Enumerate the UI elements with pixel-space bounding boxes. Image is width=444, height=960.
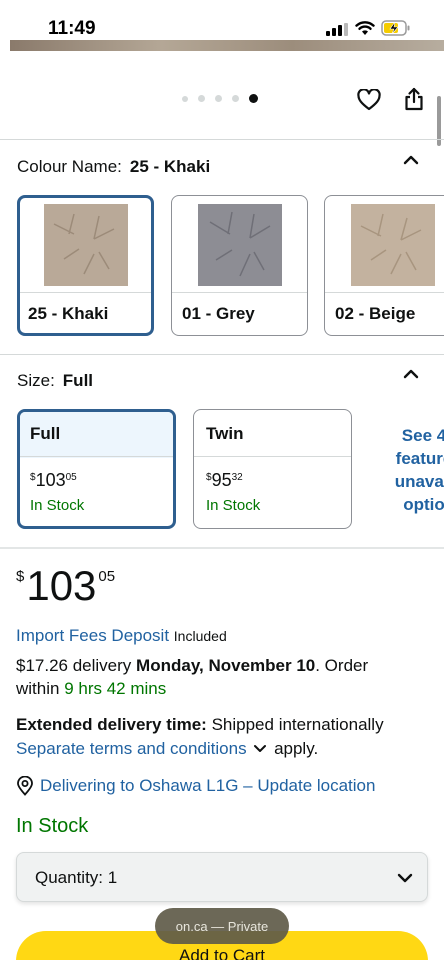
price-whole: 95 [211, 470, 232, 490]
currency-symbol: $ [30, 472, 36, 483]
divider [325, 292, 444, 293]
carousel-dot-active[interactable] [249, 94, 258, 103]
wifi-icon [355, 21, 375, 35]
colour-option-grey[interactable]: 01 - Grey [171, 195, 308, 336]
colour-label: Colour Name: [17, 157, 122, 176]
colour-option-khaki[interactable]: 25 - Khaki [17, 195, 154, 336]
see-more-line: See 4 [401, 426, 444, 445]
divider [172, 292, 307, 293]
battery-charging-icon [381, 20, 410, 36]
share-icon[interactable] [404, 87, 424, 111]
delivery-date: Monday, November 10 [136, 656, 316, 675]
status-bar: 11:49 [0, 0, 444, 40]
khaki-swatch-image [44, 204, 128, 286]
chevron-up-icon[interactable] [402, 153, 420, 167]
import-fees-text: Included [173, 628, 227, 644]
selected-colour-value: 25 - Khaki [129, 157, 211, 176]
terms-link[interactable]: Separate terms and conditions [16, 739, 247, 758]
delivery-within-text: within [16, 679, 60, 698]
chevron-down-icon[interactable] [253, 744, 267, 754]
add-to-cart-label: Add to Cart [179, 946, 265, 960]
location-pin-icon [17, 776, 33, 796]
cellular-signal-icon [326, 23, 348, 36]
price-fraction: 05 [98, 568, 116, 585]
quantity-label: Quantity: 1 [35, 868, 118, 887]
delivery-location-text: Delivering to Oshawa L1G – Update locati… [40, 776, 376, 795]
divider [194, 456, 351, 457]
size-option-price: $10305 [30, 470, 77, 491]
image-carousel-dots[interactable] [182, 94, 258, 103]
product-image-edge [10, 40, 444, 51]
size-label-text: Size: [17, 371, 55, 390]
divider [0, 547, 444, 549]
size-label: Size: Full [17, 371, 93, 391]
delivery-order-text: . Order [315, 656, 369, 675]
price-whole: 103 [26, 562, 97, 609]
carousel-dot[interactable] [232, 95, 239, 102]
stock-status: In Stock [16, 815, 89, 837]
grey-swatch-image [198, 204, 282, 286]
size-option-stock: In Stock [206, 497, 261, 514]
delivery-location-link[interactable]: Delivering to Oshawa L1G – Update locati… [16, 776, 375, 796]
size-option-label: Full [30, 424, 61, 443]
size-option-twin[interactable]: Twin $9532 In Stock [193, 409, 352, 529]
currency-symbol: $ [16, 568, 25, 585]
quantity-select[interactable]: Quantity: 1 [16, 852, 428, 902]
product-price: $103 05 [16, 565, 115, 607]
extended-delivery-label: Extended delivery time: [16, 715, 207, 734]
selected-size-value: Full [62, 371, 94, 390]
price-whole: 103 [35, 470, 66, 490]
colour-option-label: 02 - Beige [335, 304, 416, 323]
divider [0, 354, 444, 355]
see-more-line: unavail [394, 472, 444, 491]
delivery-cost: $17.26 delivery [16, 656, 132, 675]
size-option-price: $9532 [206, 470, 243, 491]
price-fraction: 32 [231, 472, 243, 483]
terms-apply-text: apply. [274, 739, 319, 758]
divider [20, 456, 173, 457]
colour-name-label: Colour Name: 25 - Khaki [17, 157, 210, 177]
price-fraction: 05 [65, 472, 77, 483]
see-more-line: feature [395, 449, 444, 468]
divider [0, 139, 444, 140]
private-browsing-pill[interactable]: on.ca — Private [155, 908, 289, 944]
heart-icon[interactable] [357, 89, 381, 111]
colour-option-beige[interactable]: 02 - Beige [324, 195, 444, 336]
extended-delivery-info: Extended delivery time: Shipped internat… [16, 713, 436, 761]
beige-swatch-image [351, 204, 435, 286]
private-browsing-text: on.ca — Private [175, 918, 269, 934]
carousel-dot[interactable] [198, 95, 205, 102]
see-unavailable-options-link[interactable]: See 4 feature unavail optio [378, 424, 444, 516]
size-option-full[interactable]: Full $10305 In Stock [17, 409, 176, 529]
divider [20, 292, 151, 293]
currency-symbol: $ [206, 472, 212, 483]
extended-delivery-text: Shipped internationally [211, 715, 384, 734]
size-option-label: Twin [206, 424, 244, 443]
import-fees-line: Import Fees Deposit Included [16, 626, 227, 646]
size-option-stock: In Stock [30, 497, 85, 514]
see-more-line: optio [403, 495, 444, 514]
chevron-up-icon[interactable] [402, 367, 420, 381]
delivery-countdown: 9 hrs 42 mins [64, 679, 167, 698]
chevron-down-icon [397, 873, 413, 883]
delivery-info: $17.26 delivery Monday, November 10. Ord… [16, 654, 416, 700]
status-time: 11:49 [48, 18, 96, 39]
colour-option-label: 25 - Khaki [28, 304, 109, 323]
carousel-dot[interactable] [182, 95, 188, 102]
carousel-dot[interactable] [215, 95, 222, 102]
import-fees-link[interactable]: Import Fees Deposit [16, 626, 169, 645]
colour-option-label: 01 - Grey [182, 304, 255, 323]
